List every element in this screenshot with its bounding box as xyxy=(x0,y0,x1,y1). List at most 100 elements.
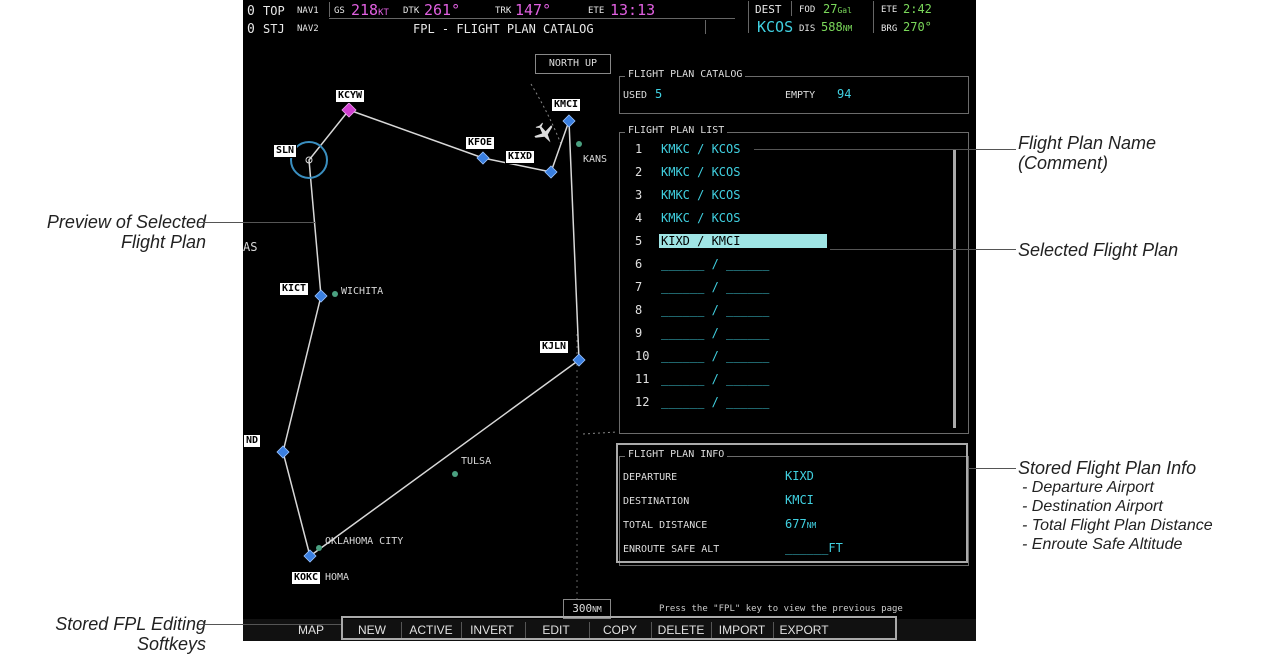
fpl-name: KMKC / KCOS xyxy=(661,188,741,202)
callout-preview-line2: Flight Plan xyxy=(120,232,206,252)
fpl-list-item[interactable]: 12 ______ / ______ xyxy=(635,395,771,415)
fpl-list-title: FLIGHT PLAN LIST xyxy=(625,125,728,136)
fod-label: FOD xyxy=(799,5,816,15)
fpl-list-item[interactable]: 4 KMKC / KCOS xyxy=(635,211,742,231)
brg-label: BRG xyxy=(881,24,898,34)
fpl-number: 6 xyxy=(635,257,643,271)
waypoint-label-kfoe: KFOE xyxy=(465,136,496,150)
brg-value: 270° xyxy=(903,20,932,34)
dtk-value: 261° xyxy=(424,1,461,19)
dtk-label: DTK xyxy=(403,6,420,16)
leader-line xyxy=(754,149,1016,150)
fpl-number: 11 xyxy=(635,372,650,386)
route-line xyxy=(348,109,570,173)
fpl-list-item[interactable]: 7 ______ / ______ xyxy=(635,280,771,300)
fpl-name: KMKC / KCOS xyxy=(661,211,741,225)
waypoint-label-kokc: KOKC xyxy=(291,571,322,585)
dest-label: DEST xyxy=(755,3,782,16)
fpl-number: 12 xyxy=(635,395,650,409)
ete-value: 13:13 xyxy=(610,1,656,19)
catalog-summary-title: FLIGHT PLAN CATALOG xyxy=(625,69,746,80)
fpl-name: ______ / ______ xyxy=(661,303,770,317)
callout-info-esa: - Enroute Safe Altitude xyxy=(1022,536,1183,553)
fpl-list-item[interactable]: 2 KMKC / KCOS xyxy=(635,165,742,185)
empty-label: EMPTY xyxy=(785,90,816,101)
city-label-oklahoma-city: OKLAHOMA CITY xyxy=(325,536,404,547)
nav1-waypoint-indicator: 0 xyxy=(247,4,255,19)
divider xyxy=(791,1,792,16)
route-map xyxy=(276,83,617,614)
fpl-list-item[interactable]: 3 KMKC / KCOS xyxy=(635,188,742,208)
divider xyxy=(705,20,706,34)
fpl-number: 7 xyxy=(635,280,643,294)
city-dot xyxy=(452,471,458,477)
fpl-list: 1 KMKC / KCOS 2 KMKC / KCOS 3 KMKC / KCOS 4… xyxy=(617,140,957,430)
fpl-list-item[interactable]: 6 ______ / ______ xyxy=(635,257,771,277)
empty-value: 94 xyxy=(837,87,852,101)
leader-line xyxy=(968,468,1016,469)
used-label: USED xyxy=(623,90,648,101)
callout-name: Flight Plan Name (Comment) xyxy=(1018,133,1156,173)
city-label-homa: HOMA xyxy=(325,572,350,583)
divider xyxy=(329,18,735,19)
leader-line xyxy=(198,624,341,625)
fpl-number: 5 xyxy=(635,234,643,248)
aircraft-icon xyxy=(534,122,553,143)
callout-softkeys-line1: Stored FPL Editing xyxy=(55,614,206,634)
fpl-list-item-selected[interactable]: 5 KIXD / KMCI xyxy=(635,234,827,254)
used-value: 5 xyxy=(655,87,663,101)
fpl-list-item[interactable]: 11 ______ / ______ xyxy=(635,372,771,392)
fpl-list-item[interactable]: 8 ______ / ______ xyxy=(635,303,771,323)
divider xyxy=(873,1,874,33)
trk-value: 147° xyxy=(515,1,552,19)
ete-label: ETE xyxy=(588,6,605,16)
fpl-number: 10 xyxy=(635,349,650,363)
waypoint-label-kjln: KJLN xyxy=(539,340,570,354)
divider xyxy=(329,2,330,17)
header-bar: 0 TOP NAV1 0 STJ NAV2 GS 218KT DTK 261° … xyxy=(243,0,976,54)
dest-value: KCOS xyxy=(757,18,794,36)
callout-name-line2: (Comment) xyxy=(1018,153,1109,173)
city-label-wichita: WICHITA xyxy=(341,286,384,297)
ete2-value: 2:42 xyxy=(903,2,932,16)
softkey-map[interactable]: MAP xyxy=(283,619,339,641)
softkeys-highlight-frame xyxy=(341,616,897,640)
leader-line xyxy=(198,222,316,223)
city-label-as: AS xyxy=(243,240,258,254)
fpl-name: ______ / ______ xyxy=(661,280,770,294)
city-dot xyxy=(332,291,338,297)
nav2-label: NAV2 xyxy=(297,24,319,34)
waypoint-label-kixd: KIXD xyxy=(505,150,536,164)
trk-label: TRK xyxy=(495,6,512,16)
fpl-number: 2 xyxy=(635,165,643,179)
nav2-waypoint-indicator: 0 xyxy=(247,22,255,37)
map-orientation-box[interactable]: NORTH UP xyxy=(535,54,611,74)
fpl-list-item[interactable]: 9 ______ / ______ xyxy=(635,326,771,346)
map-pane[interactable]: NORTH UP KCYW SLN KFOE KIXD KMCI KICT KJ… xyxy=(243,54,617,619)
city-dot xyxy=(316,545,322,551)
city-label-tulsa: TULSA xyxy=(461,456,492,467)
waypoint-label-kict: KICT xyxy=(279,282,310,296)
nav2-waypoint-name: STJ xyxy=(263,22,285,36)
fpl-name: KMKC / KCOS xyxy=(661,142,741,156)
callout-info: Stored Flight Plan Info - Departure Airp… xyxy=(1018,458,1213,554)
waypoint-label-sln: SLN xyxy=(273,144,298,158)
route-line xyxy=(309,120,580,557)
ete2-label: ETE xyxy=(881,5,898,15)
callout-info-dist: - Total Flight Plan Distance xyxy=(1022,517,1213,534)
callout-info-dest: - Destination Airport xyxy=(1022,498,1163,515)
state-boundary xyxy=(582,431,617,435)
fpl-number: 3 xyxy=(635,188,643,202)
gs-label: GS xyxy=(334,6,345,16)
fpl-list-item[interactable]: 10 ______ / ______ xyxy=(635,349,771,369)
hint-text: Press the "FPL" key to view the previous… xyxy=(659,604,903,614)
waypoint-diamond xyxy=(276,114,586,563)
waypoint-label-kmci: KMCI xyxy=(551,98,582,112)
fpl-name: ______ / ______ xyxy=(661,395,770,409)
fod-value: 27Gal xyxy=(823,2,852,16)
nav1-label: NAV1 xyxy=(297,6,319,16)
fpl-list-item[interactable]: 1 KMKC / KCOS xyxy=(635,142,742,162)
callout-softkeys: Stored FPL Editing Softkeys xyxy=(6,614,206,654)
fpl-info-highlight-frame xyxy=(616,443,968,563)
page-title: FPL - FLIGHT PLAN CATALOG xyxy=(413,22,594,36)
